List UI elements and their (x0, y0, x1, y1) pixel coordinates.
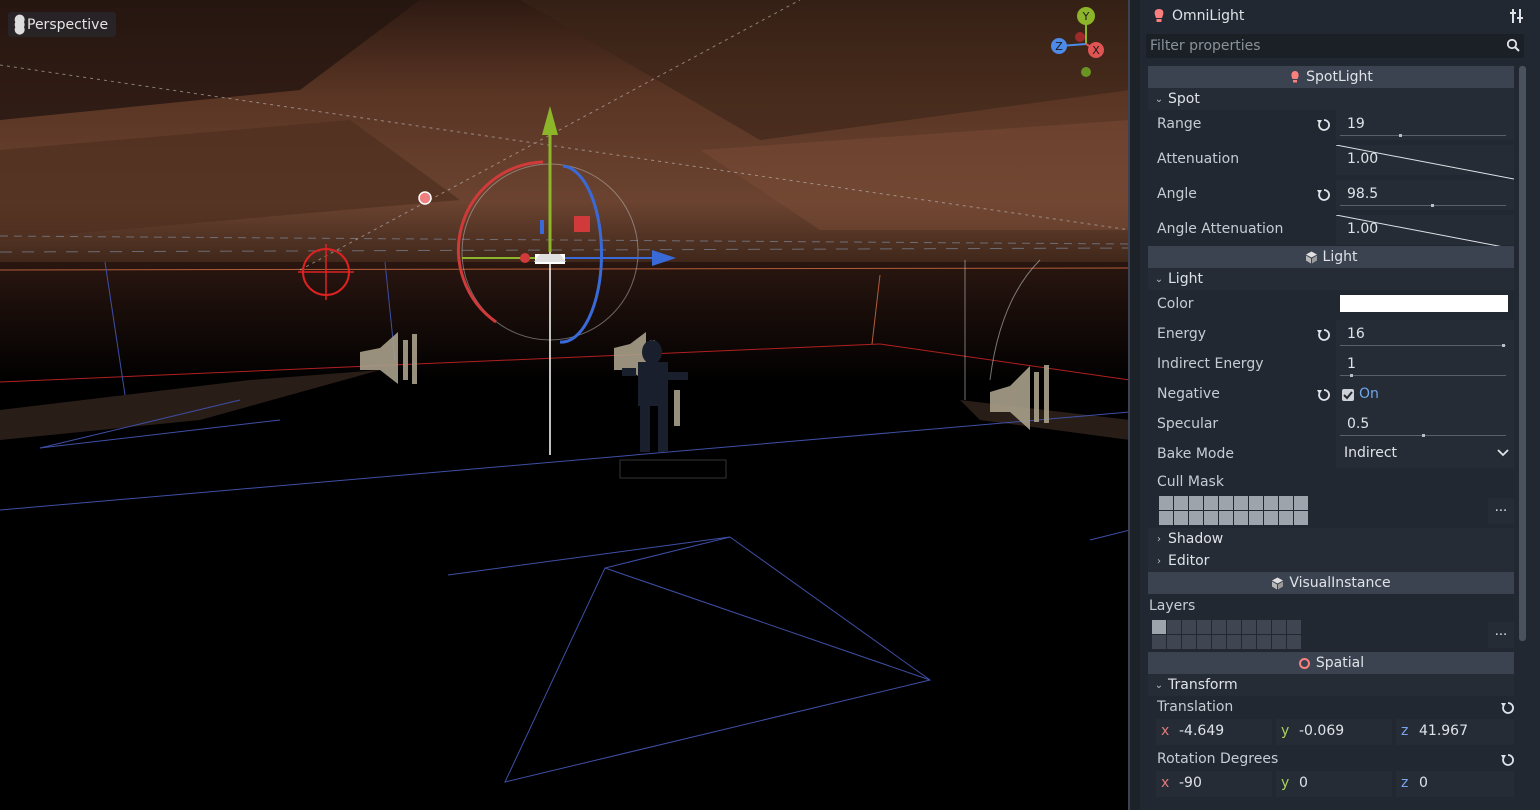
translation-z-field[interactable]: z 41.967 (1396, 719, 1514, 745)
category-spotlight: SpotLight (1148, 66, 1514, 88)
revert-icon[interactable] (1316, 187, 1332, 203)
section-shadow[interactable]: › Shadow (1148, 528, 1514, 550)
property-range: Range 19 (1148, 110, 1514, 145)
chevron-down-icon: ⌄ (1154, 679, 1164, 691)
energy-label: Energy (1157, 326, 1207, 342)
negative-checkbox-field[interactable]: On (1336, 380, 1514, 410)
layers-label: Layers (1149, 598, 1196, 614)
rotation-degrees-label: Rotation Degrees (1157, 751, 1279, 767)
negative-on-label: On (1359, 386, 1379, 402)
property-angle: Angle 98.5 (1148, 180, 1514, 215)
svg-text:Z: Z (1055, 40, 1063, 53)
property-layers: Layers ... (1148, 594, 1514, 652)
spatial-node-icon (1298, 657, 1311, 670)
translation-x-field[interactable]: x -4.649 (1156, 719, 1272, 745)
angle-label: Angle (1157, 186, 1197, 202)
section-editor[interactable]: › Editor (1148, 550, 1514, 572)
property-bake-mode: Bake Mode Indirect (1148, 440, 1514, 470)
revert-icon[interactable] (1316, 117, 1332, 133)
camera-pivot-dot (418, 191, 432, 205)
property-color: Color (1148, 290, 1514, 320)
3d-viewport[interactable]: ● ● ● Perspective Y Z X (0, 0, 1130, 810)
chevron-right-icon: › (1157, 533, 1161, 545)
color-label: Color (1157, 296, 1194, 312)
svg-text:X: X (1092, 44, 1100, 57)
revert-icon[interactable] (1500, 700, 1514, 716)
specular-slider[interactable]: 0.5 (1336, 410, 1514, 440)
inspector-scrollbar[interactable] (1519, 66, 1526, 641)
section-transform[interactable]: ⌄ Transform (1148, 674, 1514, 696)
indirect-energy-label: Indirect Energy (1157, 356, 1264, 372)
svg-text:Y: Y (1082, 10, 1090, 23)
specular-label: Specular (1157, 416, 1219, 432)
property-energy: Energy 16 (1148, 320, 1514, 350)
chevron-down-icon: ⌄ (1154, 93, 1164, 105)
cube-icon (1271, 577, 1284, 590)
property-indirect-energy: Indirect Energy 1 (1148, 350, 1514, 380)
property-negative: Negative On (1148, 380, 1514, 410)
negative-label: Negative (1157, 386, 1220, 402)
angle-attenuation-label: Angle Attenuation (1157, 221, 1284, 237)
revert-icon[interactable] (1500, 752, 1514, 768)
spotlight-icon (1289, 70, 1301, 84)
attenuation-curve-field[interactable]: 1.00 (1336, 145, 1514, 180)
section-spot[interactable]: ⌄ Spot (1148, 88, 1514, 110)
bake-mode-dropdown[interactable]: Indirect (1336, 440, 1514, 468)
kebab-menu-icon: ● ● ● (14, 12, 26, 37)
rotation-x-field[interactable]: x -90 (1156, 771, 1272, 797)
inspector-panel: OmniLight SpotLight ⌄ Spot Range (1140, 0, 1540, 810)
energy-slider[interactable]: 16 (1336, 320, 1514, 350)
inspector-header: OmniLight (1140, 0, 1540, 32)
property-rotation-degrees: Rotation Degrees x -90 y 0 z 0 (1148, 748, 1514, 800)
object-properties-icon[interactable] (1510, 8, 1524, 24)
filter-properties-field[interactable] (1146, 34, 1524, 58)
property-angle-attenuation: Angle Attenuation 1.00 (1148, 215, 1514, 250)
property-specular: Specular 0.5 (1148, 410, 1514, 440)
range-label: Range (1157, 116, 1202, 132)
revert-icon[interactable] (1316, 327, 1332, 343)
indirect-energy-slider[interactable]: 1 (1336, 350, 1514, 380)
property-translation: Translation x -4.649 y -0.069 z 41.967 (1148, 696, 1514, 748)
view-menu-label: Perspective (27, 16, 109, 33)
checkbox-checked-icon[interactable] (1342, 389, 1354, 401)
category-visual-instance: VisualInstance (1148, 572, 1514, 594)
cull-mask-menu-button[interactable]: ... (1488, 498, 1514, 524)
revert-icon[interactable] (1316, 387, 1332, 403)
chevron-right-icon: › (1157, 555, 1161, 567)
property-cull-mask: Cull Mask ... (1148, 470, 1514, 530)
view-menu-button[interactable]: ● ● ● Perspective (8, 12, 117, 37)
color-picker-button[interactable] (1340, 295, 1508, 312)
layers-menu-button[interactable]: ... (1488, 622, 1514, 648)
property-list: SpotLight ⌄ Spot Range 19 Attenuation 1.… (1148, 66, 1514, 810)
orientation-gizmo[interactable]: Y Z X (1048, 6, 1124, 82)
scene-render (0, 0, 1128, 810)
chevron-down-icon: ⌄ (1154, 273, 1164, 285)
search-icon (1506, 38, 1520, 52)
rotation-z-field[interactable]: z 0 (1396, 771, 1514, 797)
category-spatial: Spatial (1148, 652, 1514, 674)
filter-properties-input[interactable] (1146, 37, 1492, 55)
translation-label: Translation (1157, 699, 1234, 715)
cube-icon (1305, 251, 1318, 264)
bake-mode-label: Bake Mode (1157, 446, 1234, 462)
omnilight-icon (1154, 9, 1164, 22)
layers-grid[interactable] (1152, 620, 1301, 649)
angle-slider[interactable]: 98.5 (1336, 180, 1514, 210)
angle-attenuation-curve-field[interactable]: 1.00 (1336, 215, 1514, 250)
cull-mask-grid[interactable] (1159, 496, 1308, 525)
category-light: Light (1148, 246, 1514, 268)
attenuation-label: Attenuation (1157, 151, 1240, 167)
translation-y-field[interactable]: y -0.069 (1276, 719, 1392, 745)
chevron-down-icon (1497, 449, 1509, 457)
cull-mask-label: Cull Mask (1157, 474, 1224, 490)
rotation-y-field[interactable]: y 0 (1276, 771, 1392, 797)
node-title: OmniLight (1172, 8, 1245, 24)
section-light[interactable]: ⌄ Light (1148, 268, 1514, 290)
property-attenuation: Attenuation 1.00 (1148, 145, 1514, 180)
range-slider[interactable]: 19 (1336, 110, 1514, 140)
